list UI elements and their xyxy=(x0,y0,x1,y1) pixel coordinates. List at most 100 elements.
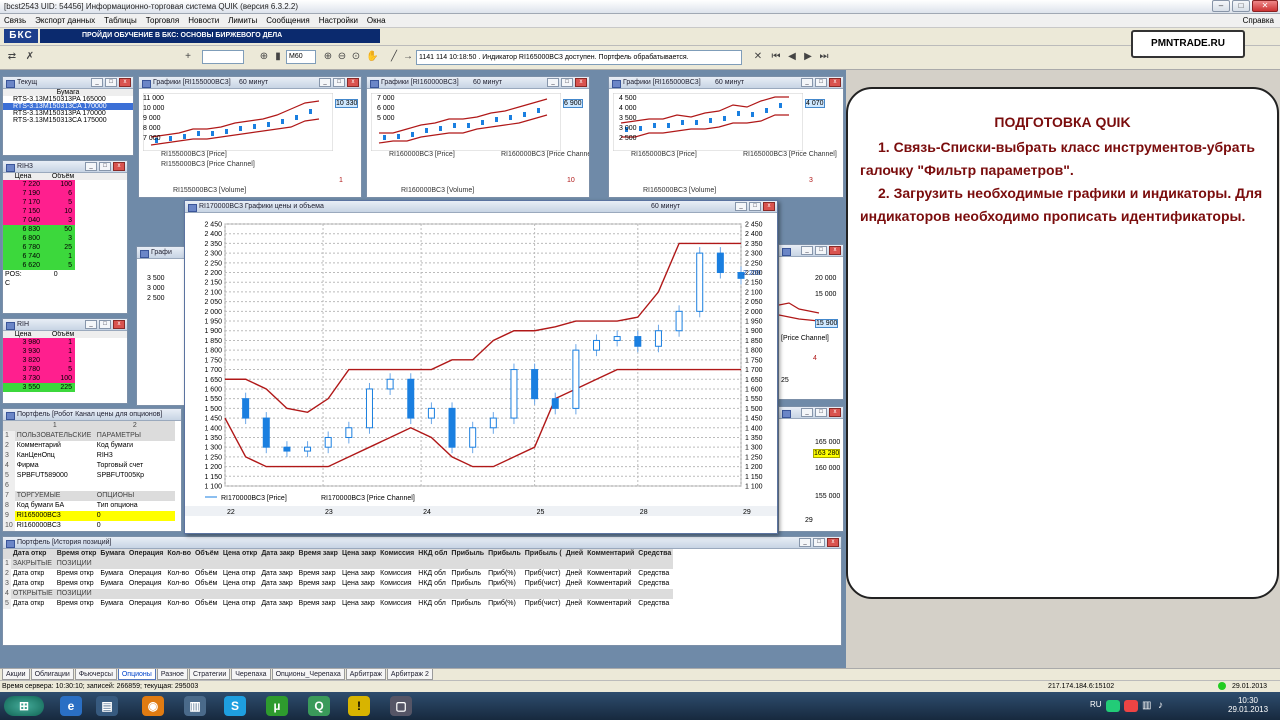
next-icon[interactable]: ▶ xyxy=(802,51,814,63)
menu-item-connection[interactable]: Связь xyxy=(4,16,26,25)
ie-icon[interactable]: e xyxy=(60,696,82,716)
zoom-reset-icon[interactable]: ⊙ xyxy=(350,51,362,63)
main-chart-window[interactable]: RI170000BC3 Графики цены и объема 60 мину… xyxy=(184,200,778,534)
column-header[interactable]: Кол-во xyxy=(165,549,193,559)
column-header[interactable]: Комментарий xyxy=(585,549,637,559)
sell-row[interactable]: 3 730 100 xyxy=(3,374,127,383)
minimize-icon[interactable]: – xyxy=(1212,0,1230,12)
table-row[interactable]: 9 RI165000BC3 0 xyxy=(3,511,175,521)
maximize-icon[interactable]: □ xyxy=(1232,0,1250,12)
first-icon[interactable]: ⏮ xyxy=(770,51,782,63)
table-row[interactable]: RTS-3.13M150313CA 175000 xyxy=(3,117,133,124)
table-row[interactable]: 7 ТОРГУЕМЫЕ ОПЦИОНЫ xyxy=(3,491,175,501)
sell-row[interactable]: 3 980 1 xyxy=(3,338,127,347)
column-header[interactable]: Прибыль ( xyxy=(522,549,564,559)
warning-app-icon[interactable]: ! xyxy=(348,696,370,716)
column-header[interactable]: Операция xyxy=(126,549,166,559)
menu-item-trading[interactable]: Торговля xyxy=(146,16,179,25)
menu-item-settings[interactable]: Настройки xyxy=(319,16,358,25)
close-message-icon[interactable]: ✕ xyxy=(752,51,764,63)
table-row[interactable]: 3 КанЦенОпц RIH3 xyxy=(3,451,175,461)
buy-row[interactable]: 6 780 25 xyxy=(3,243,127,252)
zoom-out-icon[interactable]: ⊖ xyxy=(336,51,348,63)
table-row[interactable]: 1 ПОЛЬЗОВАТЕЛЬСКИЕ ПАРАМЕТРЫ xyxy=(3,431,175,441)
column-header[interactable]: Прибыль xyxy=(449,549,487,559)
tab-6[interactable]: Черепаха xyxy=(231,669,271,680)
tab-8[interactable]: Арбитраж xyxy=(345,669,386,680)
sell-row[interactable]: 7 040 3 xyxy=(3,216,127,225)
promo-banner[interactable]: ПРОЙДИ ОБУЧЕНИЕ В БКС: ОСНОВЫ БИРЖЕВОГО … xyxy=(40,29,380,43)
lock-icon[interactable]: ⊕ xyxy=(258,51,270,63)
disconnect-icon[interactable]: ✗ xyxy=(24,51,36,63)
menu-item-messages[interactable]: Сообщения xyxy=(266,16,309,25)
history-window[interactable]: Портфель [История позиций] _ □ x Дата откр В… xyxy=(2,536,842,646)
sell-row[interactable]: 3 780 5 xyxy=(3,365,127,374)
table-row[interactable]: 6 xyxy=(3,481,175,491)
tab-0[interactable]: Акции xyxy=(2,669,30,680)
firefox-icon[interactable]: ◉ xyxy=(142,696,164,716)
message-bar[interactable]: 1141 114 10:18:50 . Индикатор RI165000BC… xyxy=(416,50,742,65)
start-button-icon[interactable]: ⊞ xyxy=(4,696,44,716)
column-header[interactable]: Бумага xyxy=(98,549,127,559)
close-icon[interactable]: ✕ xyxy=(1252,0,1278,12)
language-indicator[interactable]: RU xyxy=(1090,700,1102,709)
prev-icon[interactable]: ◀ xyxy=(786,51,798,63)
small-chart-window[interactable]: Графики [RI155000BC3] 60 минут _ □ x 11 000 10… xyxy=(138,76,362,198)
line-tool-icon[interactable]: ╱ xyxy=(388,51,400,63)
table-row[interactable]: 2 Комментарий Код бумаги xyxy=(3,441,175,451)
small-chart-window[interactable]: Графики [RI165000BC3] 60 минут _ □ x 4 500 4 0… xyxy=(608,76,844,198)
tab-7[interactable]: Опционы_Черепаха xyxy=(271,669,345,680)
tab-9[interactable]: Арбитраж 2 xyxy=(386,669,433,680)
menu-item-news[interactable]: Новости xyxy=(188,16,219,25)
sell-row[interactable]: 7 150 10 xyxy=(3,207,127,216)
skype-icon[interactable]: S xyxy=(224,696,246,716)
tray-alert-icon[interactable] xyxy=(1124,700,1138,712)
column-header[interactable]: НКД обл xyxy=(416,549,450,559)
order-book-window-2[interactable]: RIH _ □ x Цена Объём 3 980 1 3 930 1 3 820 1 3 780 5… xyxy=(2,318,128,404)
chart-window-right-1[interactable]: _ □ x 20 000 15 000 15 900 [Price Channel]… xyxy=(778,244,844,400)
buy-row[interactable]: 3 550 225 xyxy=(3,383,127,392)
portfolio-window[interactable]: Портфель [Робот Канал цены для опционов]… xyxy=(2,408,182,532)
tab-4[interactable]: Разное xyxy=(156,669,188,680)
table-row[interactable]: 8 Код бумаги БА Тип опциона xyxy=(3,501,175,511)
buy-row[interactable]: 6 740 1 xyxy=(3,252,127,261)
sell-row[interactable]: 7 190 6 xyxy=(3,189,127,198)
table-row[interactable]: 10 RI160000BC3 0 xyxy=(3,521,175,531)
tray-clock[interactable]: 10:30 29.01.2013 xyxy=(1228,696,1268,714)
column-header[interactable]: Прибыль xyxy=(486,549,523,559)
menu-item-windows[interactable]: Окна xyxy=(367,16,386,25)
small-chart-window[interactable]: Графики [RI160000BC3] 60 минут _ □ x 7 000 6 0… xyxy=(366,76,590,198)
menu-item-export[interactable]: Экспорт данных xyxy=(35,16,95,25)
utorrent-icon[interactable]: µ xyxy=(266,696,288,716)
column-header[interactable]: Дата откр xyxy=(10,549,55,559)
menu-item-limits[interactable]: Лимиты xyxy=(228,16,257,25)
tab-1[interactable]: Облигации xyxy=(30,669,74,680)
interval-select[interactable]: M60 xyxy=(286,50,316,64)
buy-row[interactable]: 6 800 3 xyxy=(3,234,127,243)
column-header[interactable]: Объём xyxy=(192,549,221,559)
table-row[interactable]: RTS-3.13M150313PA 165000 xyxy=(3,96,133,103)
table-row-selected[interactable]: RTS-3.13M150313CA 170000 xyxy=(3,103,133,110)
quik-icon[interactable]: Q xyxy=(308,696,330,716)
column-header[interactable]: Дней xyxy=(563,549,586,559)
last-icon[interactable]: ⏭ xyxy=(818,51,830,63)
column-header[interactable]: Цена откр xyxy=(220,549,260,559)
sell-row[interactable]: 7 170 5 xyxy=(3,198,127,207)
window-app-icon[interactable]: ▢ xyxy=(390,696,412,716)
chart-window-right-2[interactable]: _ □ x 165 000 163 280 160 000 155 000 29 xyxy=(778,406,844,532)
column-header[interactable]: Дата закр xyxy=(259,549,297,559)
column-header[interactable]: Средства xyxy=(636,549,674,559)
connect-icon[interactable]: ⇄ xyxy=(6,51,18,63)
table-row[interactable]: 1 ЗАКРЫТЫЕ ПОЗИЦИИ xyxy=(3,559,674,569)
order-book-window[interactable]: RIH3 _ □ x Цена Объём 7 220 100 7 190 6 7 170 5 7 1… xyxy=(2,160,128,314)
column-header[interactable]: Цена закр xyxy=(339,549,379,559)
tab-3[interactable]: Опционы xyxy=(117,669,156,680)
menu-item-tables[interactable]: Таблицы xyxy=(104,16,137,25)
network-icon[interactable]: ▥ xyxy=(1142,700,1151,711)
explorer-icon[interactable]: ▤ xyxy=(96,696,118,716)
crosshair-icon[interactable]: + xyxy=(182,51,194,63)
tray-app-icon[interactable] xyxy=(1106,700,1120,712)
column-header[interactable]: Время откр xyxy=(54,549,99,559)
column-header[interactable]: Комиссия xyxy=(378,549,417,559)
sell-row[interactable]: 3 930 1 xyxy=(3,347,127,356)
